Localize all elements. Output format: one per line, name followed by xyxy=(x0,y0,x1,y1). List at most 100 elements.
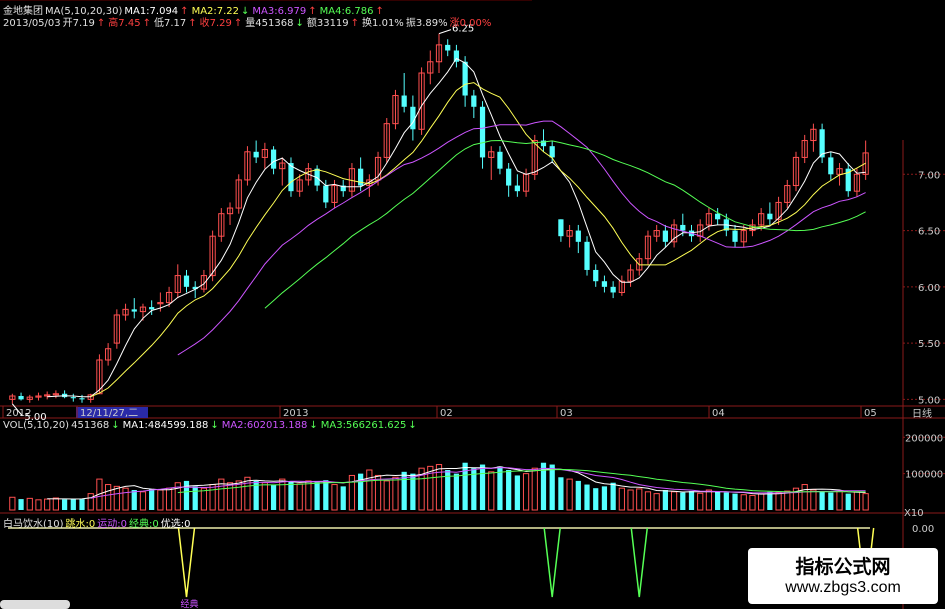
period-label: 日线 xyxy=(912,407,932,420)
volume-bar xyxy=(558,477,564,510)
volume-bar xyxy=(18,499,24,510)
time-axis-label: 02 xyxy=(440,408,453,419)
volume-bar xyxy=(845,493,851,510)
ind-legend-item-1: 跳水:0 xyxy=(65,519,96,530)
vol-legend-item-5: MA2:602013.188 xyxy=(221,420,308,431)
watermark-url: www.zbgs3.com xyxy=(785,579,901,596)
time-axis-label: 2013 xyxy=(283,408,308,419)
moving-average-lines xyxy=(47,57,866,398)
price-axis-label: 6.00 xyxy=(918,283,940,294)
vol-axis-label: 200000 xyxy=(905,433,943,444)
volume-bar xyxy=(740,494,747,511)
volume-bar xyxy=(105,484,112,511)
ind-legend-item-3: 经典:0 xyxy=(129,519,159,530)
candle-body xyxy=(79,398,85,400)
volume-bar xyxy=(366,469,373,511)
volume-bar xyxy=(836,490,843,511)
volume-bar xyxy=(627,489,634,511)
candle-body xyxy=(183,275,190,287)
candle-body xyxy=(70,397,76,399)
candle-body xyxy=(610,286,616,293)
candle-body xyxy=(767,213,773,220)
volume-bar xyxy=(61,499,68,510)
candle-body xyxy=(462,61,468,96)
volume-bar xyxy=(79,499,85,510)
ma3-line xyxy=(177,120,866,356)
vol-legend-item-3: MA1:484599.188 xyxy=(122,420,209,431)
candle-body xyxy=(593,269,599,282)
volume-bar xyxy=(662,490,668,510)
volume-bar xyxy=(113,485,120,511)
ind-legend-item-4: 优选:0 xyxy=(160,519,191,530)
ohlc-item-1: 开7.19 xyxy=(62,18,95,29)
candle-body xyxy=(584,241,590,270)
ohlc-item-6: ↑ xyxy=(188,18,197,29)
candle-body xyxy=(18,395,24,400)
indicator-signal xyxy=(177,527,196,598)
ohlc-item-7: 收7.29 xyxy=(199,18,232,29)
window-scrollbar[interactable] xyxy=(0,600,70,609)
vol-legend-item-1: 451368 xyxy=(71,420,110,431)
volume-bar xyxy=(767,491,773,510)
ohlc-item-11: 额33119 xyxy=(306,18,349,29)
candle-body xyxy=(715,213,721,220)
ohlc-item-13: 换1.01% xyxy=(362,18,404,29)
time-axis-label: 05 xyxy=(864,408,877,419)
indicator-signal xyxy=(543,527,561,598)
volume-bar xyxy=(514,475,520,510)
vol-legend-item-7: MA3:566261.625 xyxy=(320,420,407,431)
volume-bar xyxy=(383,480,390,511)
ohlc-item-12: ↑ xyxy=(350,18,360,29)
volume-bar xyxy=(35,499,42,511)
time-axis-label: 12/11/27,二 xyxy=(80,408,138,419)
volume-bar xyxy=(522,473,530,511)
volume-bar xyxy=(192,486,198,510)
volume-bar xyxy=(828,492,834,510)
volume-bar xyxy=(323,480,329,510)
candle-body xyxy=(732,230,738,242)
volume-bar xyxy=(688,491,695,510)
candle-body xyxy=(506,168,512,186)
volume-bar xyxy=(157,489,164,511)
volume-bar xyxy=(593,488,599,510)
vol-legend-item-4: ↓ xyxy=(210,420,219,431)
volume-bar xyxy=(183,480,190,510)
volume-bar xyxy=(601,486,608,510)
ma1-line xyxy=(47,57,866,398)
watermark-cn: 指标公式网 xyxy=(795,556,891,578)
candle-body xyxy=(575,230,581,242)
volume-bar xyxy=(801,484,808,511)
volume-bar xyxy=(26,497,33,511)
volume-bar xyxy=(226,482,234,511)
candle-body xyxy=(471,95,477,107)
volume-bar xyxy=(131,490,137,510)
volume-bar xyxy=(453,473,460,510)
volume-bar xyxy=(653,493,660,511)
candle-body xyxy=(558,219,564,237)
volume-bar xyxy=(784,490,791,511)
watermark: 指标公式网 www.zbgs3.com xyxy=(748,548,938,604)
indicator-signal xyxy=(630,527,649,598)
time-axis-label: 03 xyxy=(560,408,573,419)
indicator-lines xyxy=(8,527,875,598)
volume-bar xyxy=(44,498,51,511)
volume-bar xyxy=(296,483,303,511)
candle-body xyxy=(479,106,486,158)
ind-legend-item-0: 白马饮水(10) xyxy=(3,519,64,530)
vol-legend-item-2: ↓ xyxy=(111,420,120,431)
volume-bar xyxy=(488,471,495,511)
candle-body xyxy=(401,95,407,107)
volume-bar xyxy=(758,493,765,511)
volume-bar xyxy=(305,480,312,511)
indicator-signal-label: 经典 xyxy=(180,598,198,609)
price-axis-label: 5.00 xyxy=(918,395,940,406)
volume-bar xyxy=(723,492,729,510)
candle-body xyxy=(253,151,259,158)
volume-bar xyxy=(9,496,16,511)
vol-legend-item-0: VOL(5,10,20) xyxy=(3,420,70,431)
volume-bar xyxy=(670,491,678,511)
volume-bar xyxy=(87,493,94,511)
indicator-legend: 白马饮水(10) 跳水:0 运动:0 经典:0 优选:0 xyxy=(3,515,192,530)
candlestick-series xyxy=(9,33,869,404)
volume-bar xyxy=(697,492,704,511)
